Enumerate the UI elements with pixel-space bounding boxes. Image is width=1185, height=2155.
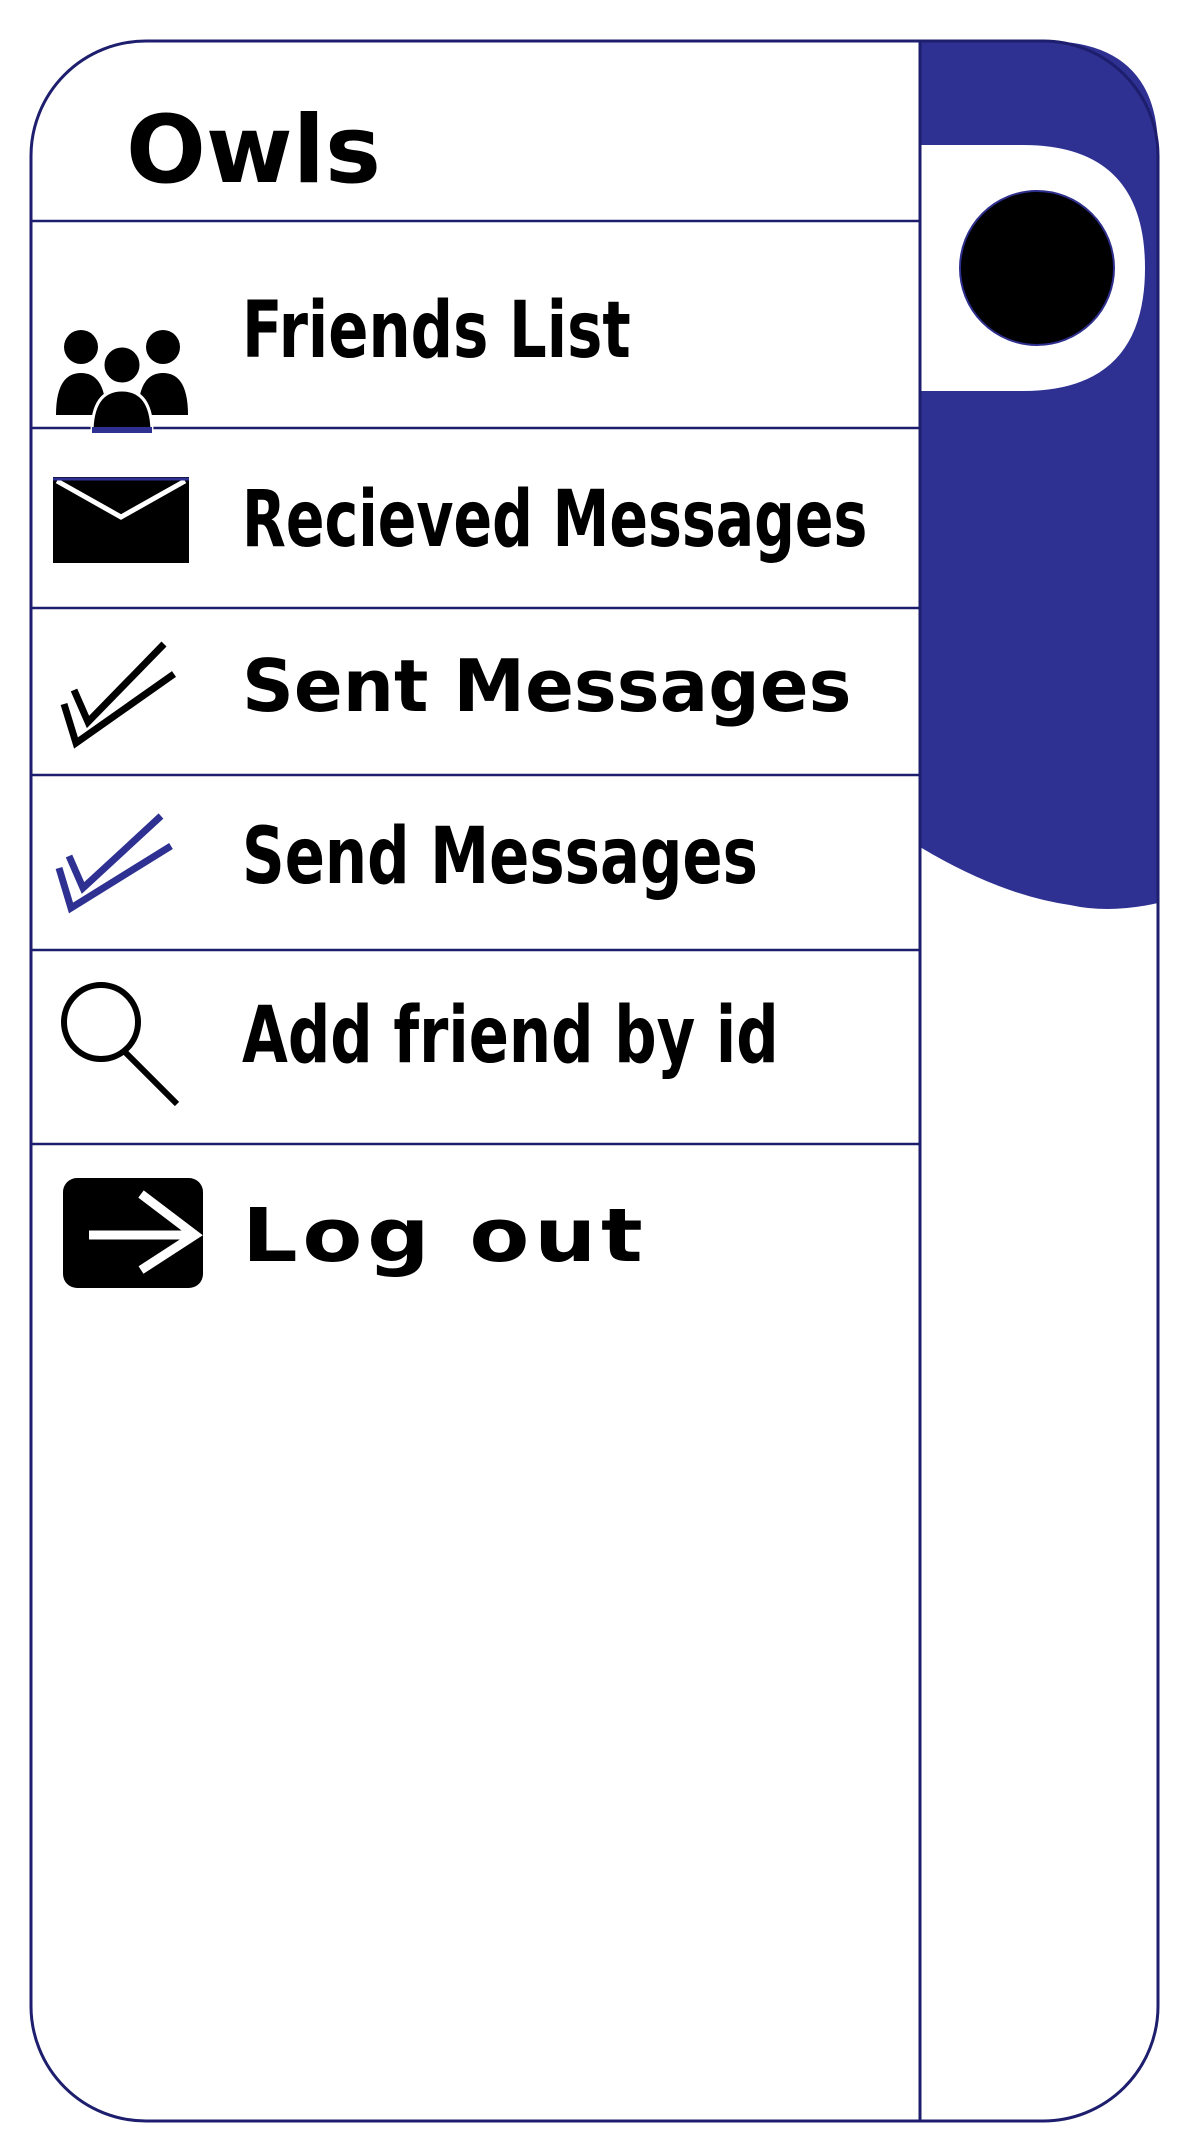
menu-item-log-out[interactable]: Log out <box>31 1144 920 1344</box>
menu-item-label: Friends List <box>242 286 631 376</box>
menu-item-send-messages[interactable]: Send Messages <box>31 775 920 950</box>
navigation-drawer: Owls Friends List Recieved Messages Sent… <box>31 41 920 2121</box>
menu-item-sent-messages[interactable]: Sent Messages <box>31 608 920 775</box>
menu-item-label: Recieved Messages <box>242 475 868 565</box>
logout-arrow-icon <box>63 1178 203 1288</box>
double-check-icon <box>60 641 176 749</box>
double-check-accent-icon <box>55 813 173 914</box>
friends-group-icon <box>56 330 188 433</box>
menu-item-label: Log out <box>242 1193 648 1279</box>
menu-item-label: Send Messages <box>242 812 758 902</box>
app-title: Owls <box>126 96 381 205</box>
profile-fab-button[interactable] <box>959 190 1115 346</box>
menu-item-label: Add friend by id <box>242 991 779 1081</box>
envelope-icon <box>53 477 189 563</box>
menu-item-label: Sent Messages <box>242 644 852 728</box>
search-icon <box>61 982 180 1107</box>
menu-item-friends-list[interactable]: Friends List <box>31 221 920 433</box>
menu-item-add-friend-by-id[interactable]: Add friend by id <box>31 950 920 1144</box>
menu-item-received-messages[interactable]: Recieved Messages <box>31 428 920 608</box>
